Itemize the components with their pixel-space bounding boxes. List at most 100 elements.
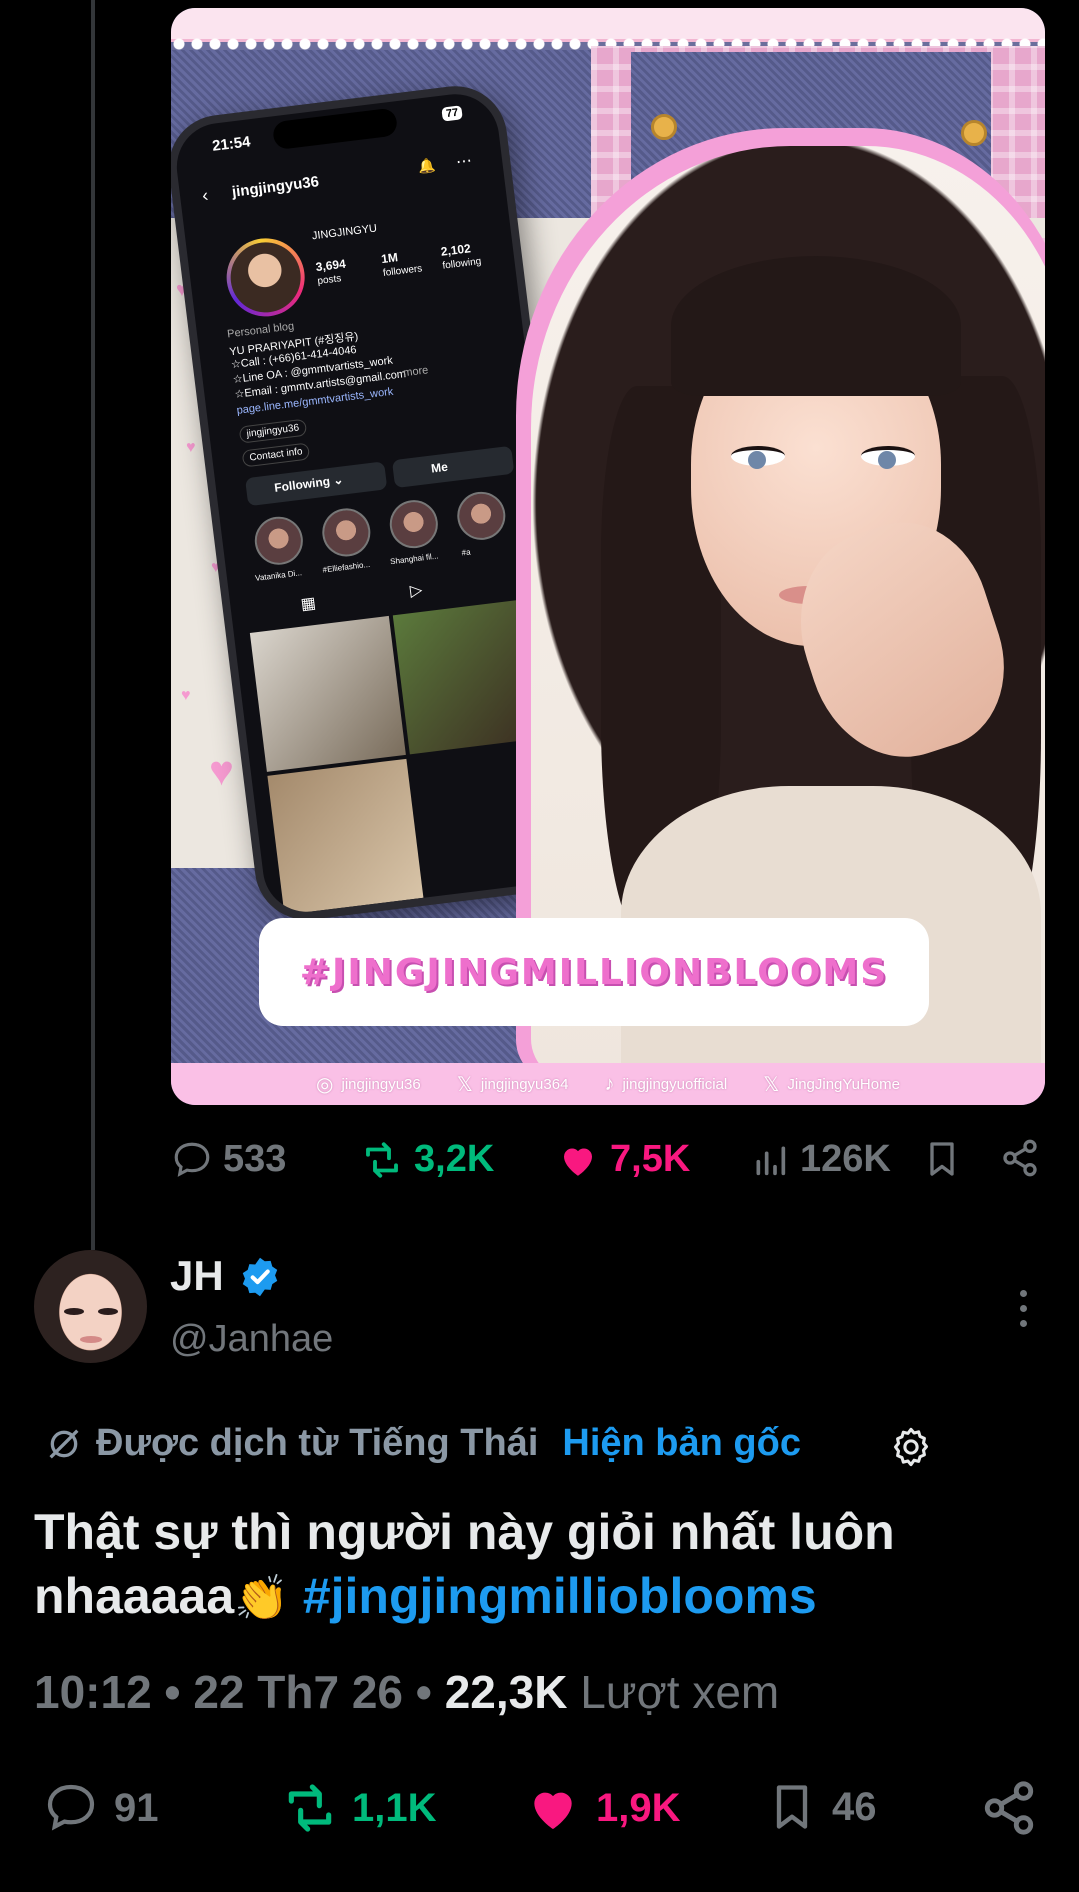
display-name[interactable]: JH <box>170 1252 224 1300</box>
translated-from-label: Được dịch từ Tiếng Thái <box>96 1422 539 1464</box>
grid-icon: ▦ <box>299 594 317 614</box>
tweet-date[interactable]: 22 Th7 26 <box>193 1666 403 1718</box>
followers-label: followers <box>382 263 423 279</box>
phone-notch <box>271 107 399 151</box>
heart-icon: ♥ <box>209 747 234 794</box>
analytics-icon <box>756 1146 786 1175</box>
social-label: jingjingyu36 <box>341 1075 421 1093</box>
social-handles-bar: ◎ jingjingyu36 𝕏 jingjingyu364 ♪ jingjin… <box>171 1063 1045 1105</box>
comment-icon <box>47 1784 95 1831</box>
bookmark-icon <box>776 1785 808 1829</box>
translation-bar: Được dịch từ Tiếng Thái Hiện bản gốc <box>44 1422 801 1465</box>
denim-button <box>961 120 987 146</box>
phone-time: 21:54 <box>211 133 252 155</box>
reply-count: 91 <box>114 1785 159 1830</box>
message-button-bg <box>391 445 515 489</box>
reels-icon: ▷ <box>408 581 424 601</box>
profile-avatar <box>222 233 310 321</box>
bookmark-button[interactable] <box>922 1136 962 1182</box>
hashtag-banner-text: #JINGJINGMILLIONBLOOMS <box>299 951 889 993</box>
separator: • <box>403 1666 445 1718</box>
highlight-1 <box>252 513 306 568</box>
tweet-meta: 10:12 • 22 Th7 26 • 22,3K Lượt xem <box>34 1665 779 1719</box>
social-label: jingjingyu364 <box>480 1075 569 1093</box>
like-count: 7,5K <box>610 1138 691 1180</box>
social-instagram: ◎ jingjingyu36 <box>316 1072 421 1097</box>
highlight-label: Vatanika Di... <box>254 568 303 583</box>
highlight-2 <box>319 505 374 560</box>
user-handle[interactable]: @Janhae <box>170 1318 333 1361</box>
tweet-text-line: nhaaaaa <box>34 1568 235 1624</box>
battery-indicator: 77 <box>441 105 464 122</box>
repost-icon <box>288 1784 332 1832</box>
back-icon: ‹ <box>200 184 210 206</box>
x-icon: 𝕏 <box>763 1073 780 1096</box>
threads-badge: jingjingyu36 <box>238 418 308 444</box>
bookmark-icon <box>930 1142 954 1176</box>
repost-count: 3,2K <box>414 1138 495 1180</box>
hashtag-link[interactable]: #jingjingmilliobloom‌s <box>303 1568 817 1624</box>
share-icon <box>984 1781 1034 1835</box>
social-tiktok: ♪ jingjingyuofficial <box>604 1073 727 1096</box>
share-button[interactable] <box>980 1778 1038 1838</box>
gear-icon[interactable] <box>888 1424 934 1470</box>
highlight-label: #Elliefashio... <box>322 559 371 575</box>
tweet-time[interactable]: 10:12 <box>34 1666 152 1718</box>
social-x: 𝕏 jingjingyu364 <box>457 1072 569 1097</box>
highlight-3 <box>387 497 441 551</box>
post-thumbnail <box>267 758 424 915</box>
following-label: following <box>441 256 482 272</box>
like-button[interactable]: 7,5K <box>556 1138 690 1181</box>
posts-count: 3,694 <box>314 256 347 275</box>
highlight-4 <box>454 489 509 543</box>
repost-button[interactable]: 1,1K <box>280 1780 437 1836</box>
comment-icon <box>174 1142 210 1177</box>
bio-more: more <box>402 364 429 380</box>
share-button[interactable] <box>1000 1136 1040 1180</box>
view-count: 126K <box>800 1138 891 1180</box>
heart-icon: ♥ <box>186 439 196 456</box>
translate-icon <box>49 1428 79 1459</box>
tweet-media-image[interactable]: ♥ ♥ ♥ ♥ ♥ ♥ ♥ ♥ 21:54 77 ‹ jingjingyu36 … <box>171 8 1045 1105</box>
bookmark-button[interactable]: 46 <box>766 1776 877 1838</box>
highlight-label: #a <box>461 547 472 558</box>
like-button[interactable]: 1,9K <box>522 1780 681 1836</box>
avatar[interactable] <box>34 1250 147 1363</box>
x-icon: 𝕏 <box>456 1073 473 1096</box>
heart-filled-icon <box>534 1792 572 1829</box>
phone-username: jingjingyu36 <box>230 173 320 201</box>
repost-button[interactable]: 3,2K <box>360 1138 494 1181</box>
bell-icon: 🔔 <box>417 156 437 175</box>
repost-icon <box>366 1141 398 1178</box>
bookmark-count: 46 <box>832 1784 877 1829</box>
share-icon <box>1003 1139 1037 1177</box>
tweet-text: Thật sự thì người này giỏi nhất luôn nha… <box>34 1500 1044 1631</box>
lace-border <box>171 8 1045 42</box>
heart-icon: ♥ <box>181 687 191 704</box>
thread-line <box>91 0 95 1250</box>
repost-count: 1,1K <box>352 1785 437 1830</box>
show-original-link[interactable]: Hiện bản gốc <box>562 1422 801 1465</box>
reply-button[interactable]: 533 <box>171 1138 286 1181</box>
followers-count: 1M <box>380 250 399 267</box>
highlight-label: Shanghai fil... <box>389 551 439 567</box>
social-label: jingjingyuofficial <box>622 1075 728 1093</box>
reply-button[interactable]: 91 <box>42 1780 159 1836</box>
more-options-icon[interactable] <box>1013 1290 1033 1334</box>
social-label: JingJingYuHome <box>787 1075 900 1093</box>
clap-emoji: 👏 <box>234 1574 289 1623</box>
tiktok-icon: ♪ <box>604 1072 615 1095</box>
views-button[interactable]: 126K <box>750 1138 891 1181</box>
contact-info-badge: Contact info <box>241 442 311 468</box>
reply-count: 533 <box>223 1138 287 1180</box>
following-count: 2,102 <box>439 241 472 259</box>
instagram-icon: ◎ <box>316 1073 334 1096</box>
profile-display-name: JINGJINGYU <box>311 222 378 243</box>
view-count[interactable]: 22,3K <box>445 1666 568 1718</box>
posts-label: posts <box>316 273 342 288</box>
denim-button <box>651 114 677 140</box>
like-count: 1,9K <box>596 1785 681 1830</box>
more-icon: ⋯ <box>455 152 474 172</box>
post-thumbnail <box>249 615 406 772</box>
message-button: Me <box>430 459 449 476</box>
